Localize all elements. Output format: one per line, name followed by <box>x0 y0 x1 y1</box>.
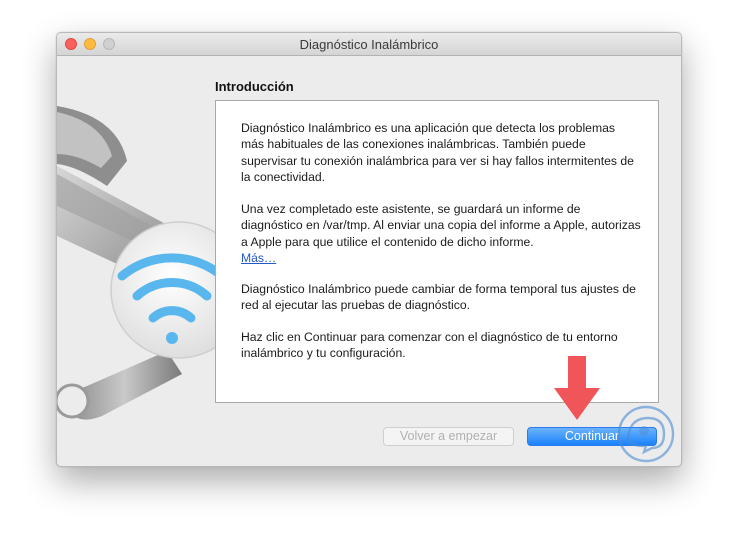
start-over-button[interactable]: Volver a empezar <box>383 427 514 446</box>
solvetic-logo-icon <box>617 405 675 463</box>
window-title: Diagnóstico Inalámbrico <box>299 37 439 52</box>
intro-paragraph-2: Una vez completado este asistente, se gu… <box>241 202 641 249</box>
section-title: Introducción <box>215 79 294 94</box>
more-link[interactable]: Más… <box>241 251 276 265</box>
intro-paragraph-3: Diagnóstico Inalámbrico puede cambiar de… <box>241 282 636 313</box>
intro-paragraph-1: Diagnóstico Inalámbrico es una aplicació… <box>241 121 634 184</box>
title-bar[interactable]: Diagnóstico Inalámbrico <box>57 33 681 56</box>
intro-paragraph-2-container: Una vez completado este asistente, se gu… <box>241 201 641 266</box>
red-down-arrow-icon <box>554 356 600 420</box>
wireless-diagnostics-icon <box>57 106 227 420</box>
